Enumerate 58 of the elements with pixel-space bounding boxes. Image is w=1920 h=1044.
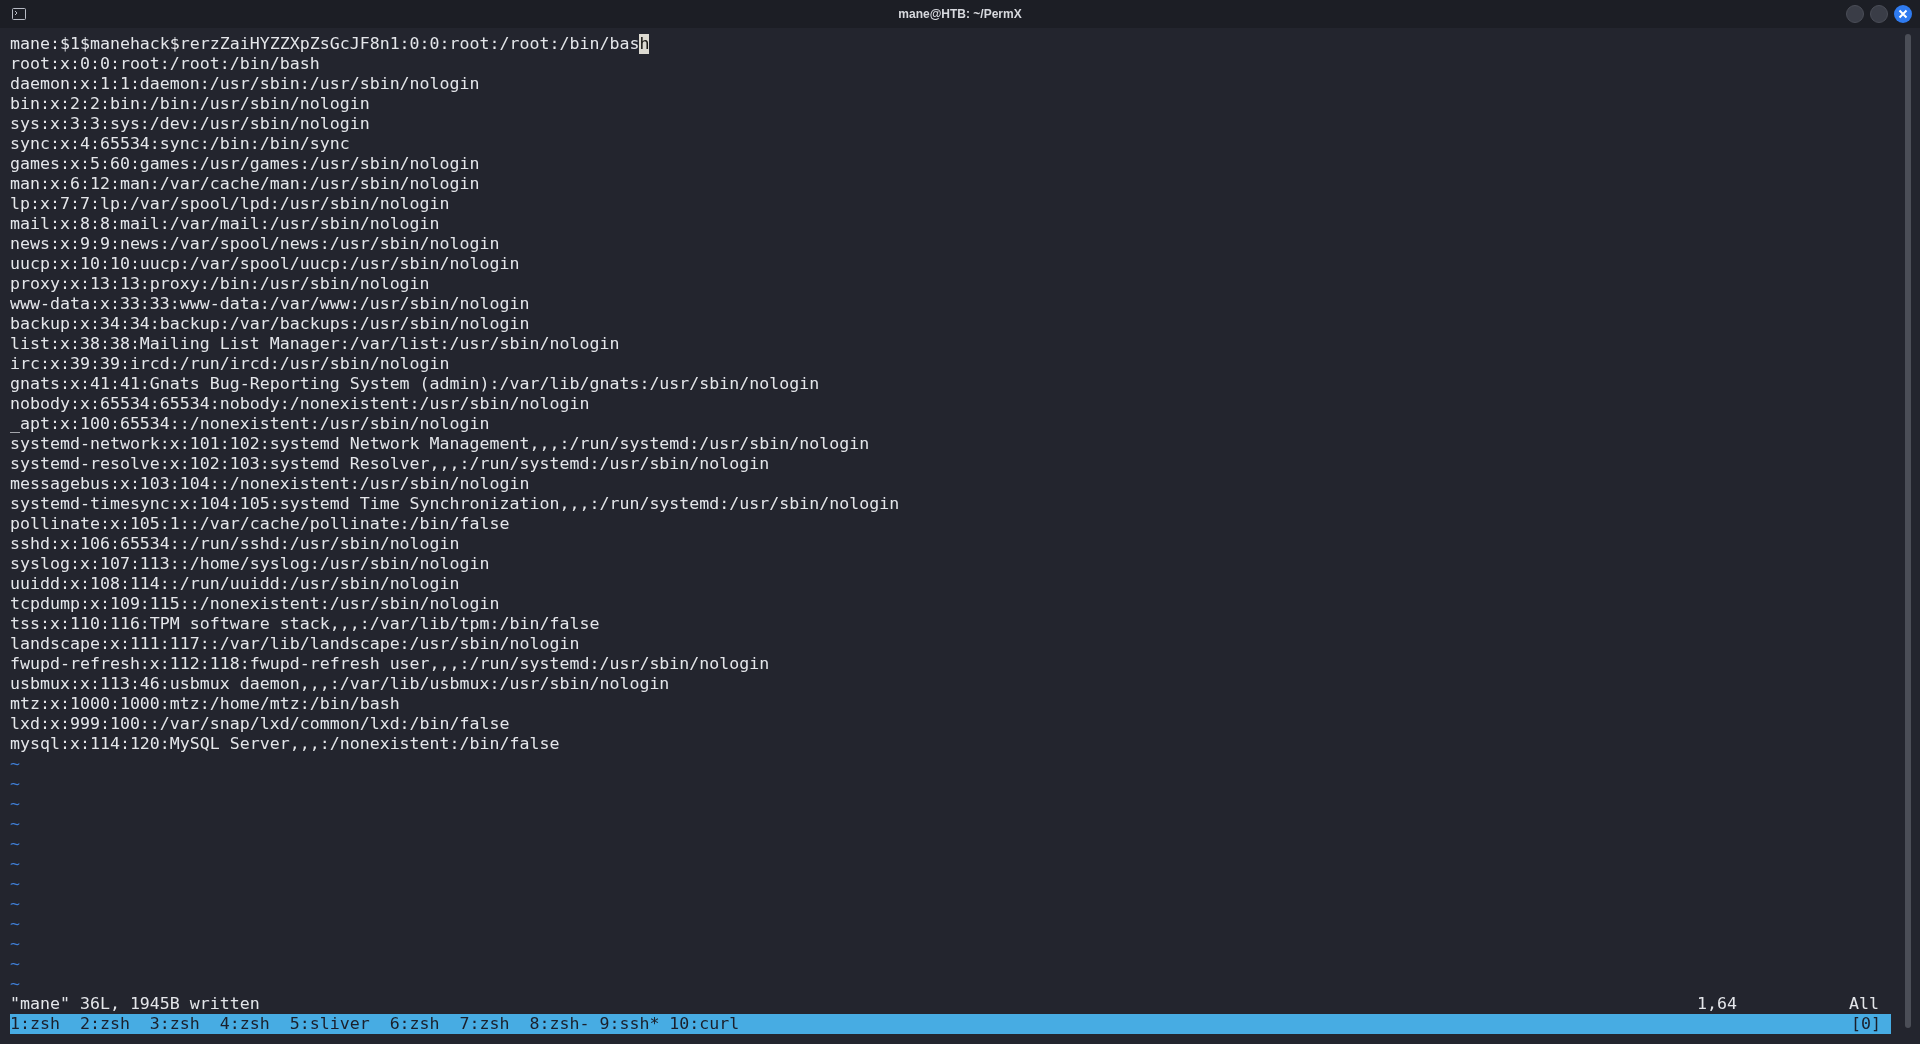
text-line: _apt:x:100:65534::/nonexistent:/usr/sbin/nologin [10, 414, 490, 433]
text-line: games:x:5:60:games:/usr/games:/usr/sbin/nologin [10, 154, 480, 173]
text-line: daemon:x:1:1:daemon:/usr/sbin:/usr/sbin/nologin [10, 74, 480, 93]
text-line: sync:x:4:65534:sync:/bin:/bin/sync [10, 134, 350, 153]
text-line: tss:x:110:116:TPM software stack,,,:/var/lib/tpm:/bin/false [10, 614, 600, 633]
text-line: syslog:x:107:113::/home/syslog:/usr/sbin/nologin [10, 554, 490, 573]
text-line: systemd-timesync:x:104:105:systemd Time Synchronization,,,:/run/systemd:/usr/sbin/nologin [10, 494, 900, 513]
empty-line-marker: ~ [10, 794, 20, 813]
text-line: lxd:x:999:100::/var/snap/lxd/common/lxd:/bin/false [10, 714, 510, 733]
empty-line-marker: ~ [10, 854, 20, 873]
empty-line-marker: ~ [10, 934, 20, 953]
text-line: man:x:6:12:man:/var/cache/man:/usr/sbin/nologin [10, 174, 480, 193]
cursor-position: 1,64 [1697, 994, 1737, 1014]
status-message: "mane" 36L, 1945B written [10, 994, 260, 1014]
window-list: 1:zsh 2:zsh 3:zsh 4:zsh 5:sliver 6:zsh 7:zsh 8:zsh- 9:ssh* 10:curl [10, 1014, 740, 1034]
empty-line-marker: ~ [10, 894, 20, 913]
text-line: sshd:x:106:65534::/run/sshd:/usr/sbin/nologin [10, 534, 460, 553]
empty-line-marker: ~ [10, 774, 20, 793]
text-line: lp:x:7:7:lp:/var/spool/lpd:/usr/sbin/nologin [10, 194, 450, 213]
text-line: uucp:x:10:10:uucp:/var/spool/uucp:/usr/sbin/nologin [10, 254, 520, 273]
text-line: irc:x:39:39:ircd:/run/ircd:/usr/sbin/nologin [10, 354, 450, 373]
window-title: mane@HTB: ~/PermX [898, 7, 1022, 21]
text-line: news:x:9:9:news:/var/spool/news:/usr/sbin/nologin [10, 234, 500, 253]
empty-line-marker: ~ [10, 814, 20, 833]
text-line: gnats:x:41:41:Gnats Bug-Reporting System (admin):/var/lib/gnats:/usr/sbin/nologin [10, 374, 820, 393]
text-line: landscape:x:111:117::/var/lib/landscape:/usr/sbin/nologin [10, 634, 580, 653]
close-icon[interactable] [1894, 5, 1912, 23]
text-line: proxy:x:13:13:proxy:/bin:/usr/sbin/nologin [10, 274, 430, 293]
scroll-indicator: All [1849, 994, 1879, 1014]
text-line: mysql:x:114:120:MySQL Server,,,:/nonexistent:/bin/false [10, 734, 560, 753]
text-line: tcpdump:x:109:115::/nonexistent:/usr/sbin/nologin [10, 594, 500, 613]
text-line: bin:x:2:2:bin:/bin:/usr/sbin/nologin [10, 94, 370, 113]
empty-line-marker: ~ [10, 874, 20, 893]
text-line: mtz:x:1000:1000:mtz:/home/mtz:/bin/bash [10, 694, 400, 713]
minimize-button[interactable] [1846, 5, 1864, 23]
text-line: pollinate:x:105:1::/var/cache/pollinate:/bin/false [10, 514, 510, 533]
text-line: messagebus:x:103:104::/nonexistent:/usr/sbin/nologin [10, 474, 530, 493]
text-line: usbmux:x:113:46:usbmux daemon,,,:/var/lib/usbmux:/usr/sbin/nologin [10, 674, 670, 693]
text-line: uuidd:x:108:114::/run/uuidd:/usr/sbin/nologin [10, 574, 460, 593]
text-line: backup:x:34:34:backup:/var/backups:/usr/sbin/nologin [10, 314, 530, 333]
empty-line-marker: ~ [10, 974, 20, 993]
session-label: [0] [1851, 1014, 1881, 1034]
text-line: www-data:x:33:33:www-data:/var/www:/usr/sbin/nologin [10, 294, 530, 313]
empty-line-marker: ~ [10, 954, 20, 973]
text-line: list:x:38:38:Mailing List Manager:/var/list:/usr/sbin/nologin [10, 334, 620, 353]
text-line: fwupd-refresh:x:112:118:fwupd-refresh user,,,:/run/systemd:/usr/sbin/nologin [10, 654, 770, 673]
text-line: sys:x:3:3:sys:/dev:/usr/sbin/nologin [10, 114, 370, 133]
empty-line-marker: ~ [10, 914, 20, 933]
text-line: systemd-network:x:101:102:systemd Network Management,,,:/run/systemd:/usr/sbin/nologin [10, 434, 870, 453]
empty-line-marker: ~ [10, 834, 20, 853]
maximize-button[interactable] [1870, 5, 1888, 23]
terminal-icon [12, 8, 26, 20]
text-line: root:x:0:0:root:/root:/bin/bash [10, 54, 320, 73]
text-line: mail:x:8:8:mail:/var/mail:/usr/sbin/nologin [10, 214, 440, 233]
empty-line-marker: ~ [10, 754, 20, 773]
text-line: systemd-resolve:x:102:103:systemd Resolver,,,:/run/systemd:/usr/sbin/nologin [10, 454, 770, 473]
scrollbar[interactable] [1905, 34, 1911, 1028]
text-line: nobody:x:65534:65534:nobody:/nonexistent:/usr/sbin/nologin [10, 394, 590, 413]
